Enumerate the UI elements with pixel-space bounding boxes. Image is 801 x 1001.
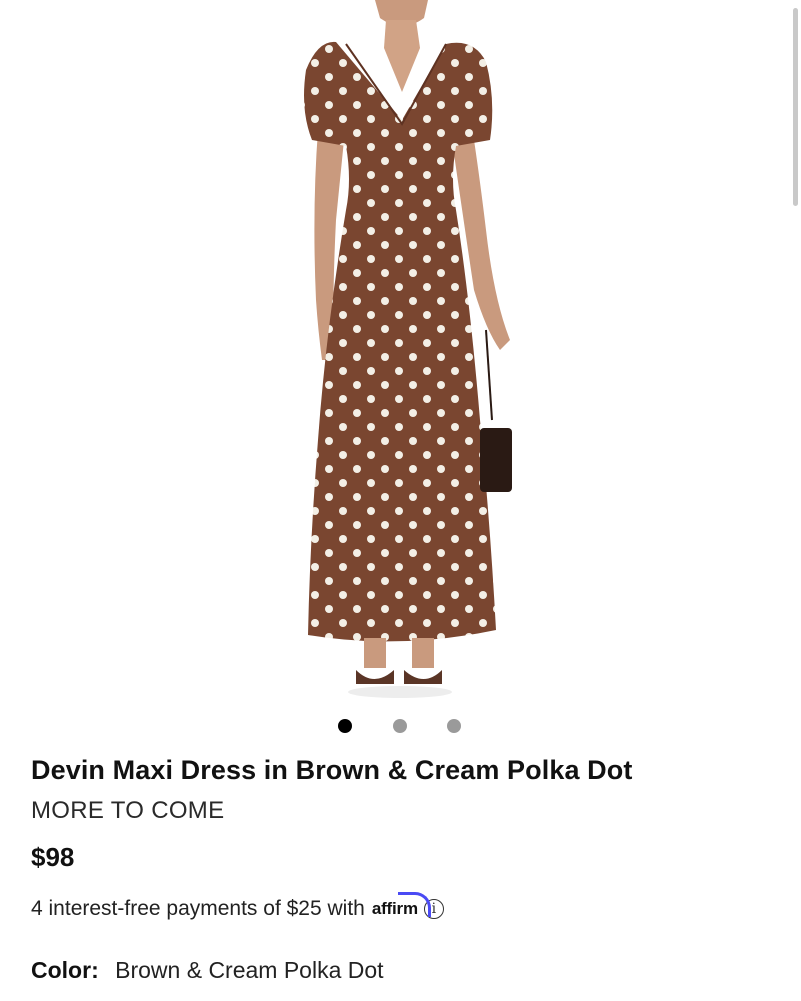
gallery-dot-2[interactable] bbox=[393, 719, 407, 733]
affirm-arc-icon bbox=[397, 892, 431, 917]
affirm-payments: 4 interest-free payments of $25 with aff… bbox=[31, 892, 444, 921]
affirm-logo: affirm bbox=[372, 892, 431, 919]
product-brand[interactable]: MORE TO COME bbox=[31, 797, 224, 825]
product-title: Devin Maxi Dress in Brown & Cream Polka … bbox=[31, 755, 633, 785]
color-value: Brown & Cream Polka Dot bbox=[115, 957, 384, 983]
dress-photo bbox=[304, 0, 512, 698]
payments-text: 4 interest-free payments of $25 with bbox=[31, 897, 365, 920]
page-scrollbar[interactable] bbox=[793, 8, 798, 206]
color-label: Color bbox=[31, 957, 92, 983]
gallery-dot-3[interactable] bbox=[447, 719, 461, 733]
color-selection: Color: Brown & Cream Polka Dot bbox=[31, 957, 384, 984]
product-price: $98 bbox=[31, 842, 75, 872]
gallery-dot-1[interactable] bbox=[338, 719, 352, 733]
gallery-pagination bbox=[0, 719, 801, 735]
color-label-separator: : bbox=[91, 957, 99, 983]
product-image[interactable] bbox=[0, 0, 801, 705]
